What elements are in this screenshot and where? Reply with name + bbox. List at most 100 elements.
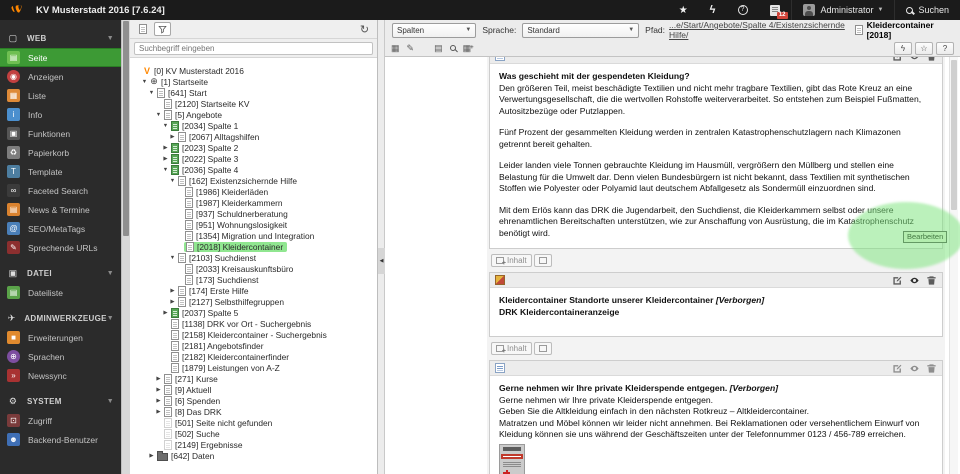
- expand-icon[interactable]: ▶: [154, 387, 163, 393]
- module-group-datei[interactable]: ▣ DATEI ▼: [0, 264, 121, 283]
- tree-node-1-startseite[interactable]: ▼ ⊕ [1] Startseite: [130, 76, 377, 87]
- tree-node-1354-migration-und-integration[interactable]: [1354] Migration und Integration: [130, 230, 377, 241]
- module-newssync[interactable]: » Newssync: [0, 366, 121, 385]
- tree-node-2022-spalte-3[interactable]: ▶ [2022] Spalte 3: [130, 153, 377, 164]
- tree-node-9-aktuell[interactable]: ▶ [9] Aktuell: [130, 384, 377, 395]
- tree-node-271-kurse[interactable]: ▶ [271] Kurse: [130, 373, 377, 384]
- search-button[interactable]: Suchen: [894, 0, 960, 20]
- tree-node-2149-ergebnisse[interactable]: [2149] Ergebnisse: [130, 439, 377, 450]
- tree-node-2127-selbsthilfegruppen[interactable]: ▶ [2127] Selbsthilfegruppen: [130, 296, 377, 307]
- tree-node-2120-startseite-kv[interactable]: [2120] Startseite KV: [130, 98, 377, 109]
- bookmark-button[interactable]: ★: [668, 0, 699, 20]
- user-menu-button[interactable]: Administrator ▼: [790, 0, 895, 20]
- collapse-icon[interactable]: ▼: [168, 178, 177, 184]
- delete-icon[interactable]: [926, 275, 937, 286]
- module-dateiliste[interactable]: ▤ Dateiliste: [0, 283, 121, 302]
- tree-node-5-angebote[interactable]: ▼ [5] Angebote: [130, 109, 377, 120]
- expand-icon[interactable]: ▶: [154, 409, 163, 415]
- collapse-icon[interactable]: ▼: [154, 112, 163, 118]
- module-backend-benutzer[interactable]: ☻ Backend-Benutzer: [0, 430, 121, 449]
- tree-node-0-kv-musterstadt-2016[interactable]: V [0] KV Musterstadt 2016: [130, 65, 377, 76]
- add-content-button[interactable]: Inhalt: [491, 254, 532, 267]
- expand-icon[interactable]: ▶: [154, 376, 163, 382]
- shortcut-button[interactable]: ☆: [915, 41, 933, 55]
- columns-select[interactable]: Spalten ▼: [392, 22, 477, 38]
- visibility-toggle-icon[interactable]: [909, 363, 920, 374]
- module-group-web[interactable]: ▢ WEB ▼: [0, 29, 121, 48]
- tree-node-162-existenzsichernde-hilfe[interactable]: ▼ [162] Existenzsichernde Hilfe: [130, 175, 377, 186]
- expand-icon[interactable]: ▶: [161, 310, 170, 316]
- tree-node-1138-drk-vor-ort-suchergebnis[interactable]: [1138] DRK vor Ort - Suchergebnis: [130, 318, 377, 329]
- expand-icon[interactable]: ▶: [154, 398, 163, 404]
- module-seo-metatags[interactable]: @ SEO/MetaTags: [0, 219, 121, 238]
- tree-node-2023-spalte-2[interactable]: ▶ [2023] Spalte 2: [130, 142, 377, 153]
- collapse-icon[interactable]: ▼: [168, 255, 177, 261]
- delete-icon[interactable]: [926, 363, 937, 374]
- module-seite[interactable]: ▤ Seite: [0, 48, 121, 67]
- tree-node-8-das-drk[interactable]: ▶ [8] Das DRK: [130, 406, 377, 417]
- expand-icon[interactable]: ▶: [161, 156, 170, 162]
- tree-node-173-suchdienst[interactable]: [173] Suchdienst: [130, 274, 377, 285]
- collapse-icon[interactable]: ▼: [161, 123, 170, 129]
- expand-icon[interactable]: ▶: [168, 299, 177, 305]
- tree-node-2067-alltagshilfen[interactable]: ▶ [2067] Alltagshilfen: [130, 131, 377, 142]
- visibility-toggle-icon[interactable]: [909, 57, 920, 62]
- module-news-termine[interactable]: ▤ News & Termine: [0, 200, 121, 219]
- content-element-plugin[interactable]: Kleidercontainer Standorte unserer Kleid…: [489, 272, 943, 337]
- language-select[interactable]: Standard ▼: [522, 22, 640, 38]
- tree-node-6-spenden[interactable]: ▶ [6] Spenden: [130, 395, 377, 406]
- tree-node-502-suche[interactable]: [502] Suche: [130, 428, 377, 439]
- tree-node-2181-angebotsfinder[interactable]: [2181] Angebotsfinder: [130, 340, 377, 351]
- tree-node-1879-leistungen-von-a-z[interactable]: [1879] Leistungen von A-Z: [130, 362, 377, 373]
- expand-icon[interactable]: ▶: [161, 145, 170, 151]
- content-element-text[interactable]: Was geschieht mit der gespendeten Kleidu…: [489, 57, 943, 249]
- expand-icon[interactable]: ▶: [147, 453, 156, 459]
- edit-icon[interactable]: [892, 275, 903, 286]
- tree-node-2018-kleidercontainer[interactable]: [2018] Kleidercontainer: [130, 241, 377, 252]
- content-scrollbar[interactable]: [949, 57, 958, 474]
- tree-node-2158-kleidercontainer-suchergebnis[interactable]: [2158] Kleidercontainer - Suchergebnis: [130, 329, 377, 340]
- tree-node-951-wohnungslosigkeit[interactable]: [951] Wohnungslosigkeit: [130, 219, 377, 230]
- new-page-button[interactable]: [134, 22, 151, 36]
- collapse-icon[interactable]: ▼: [147, 90, 156, 96]
- tree-node-641-start[interactable]: ▼ [641] Start: [130, 87, 377, 98]
- module-faceted-search[interactable]: ∞ Faceted Search: [0, 181, 121, 200]
- tree-node-501-seite-nicht-gefunden[interactable]: [501] Seite nicht gefunden: [130, 417, 377, 428]
- page-info-button[interactable]: ▤: [434, 43, 443, 54]
- tree-content-splitter[interactable]: ◀: [378, 20, 385, 474]
- module-anzeigen[interactable]: ◉ Anzeigen: [0, 67, 121, 86]
- module-group-system[interactable]: ⚙ SYSTEM ▼: [0, 392, 121, 411]
- search-record-button[interactable]: [449, 45, 456, 51]
- opendocs-button[interactable]: 12: [759, 0, 791, 20]
- tree-node-937-schuldnerberatung[interactable]: [937] Schuldnerberatung: [130, 208, 377, 219]
- tree-node-1986-kleiderl-den[interactable]: [1986] Kleiderläden: [130, 186, 377, 197]
- paste-content-button[interactable]: [533, 342, 552, 355]
- edit-page-properties-button[interactable]: ✎: [407, 43, 415, 54]
- splitter-collapse-handle[interactable]: ◀: [378, 248, 385, 274]
- expand-icon[interactable]: ▶: [168, 134, 177, 140]
- tree-node-642-daten[interactable]: ▶ [642] Daten: [130, 450, 377, 461]
- module-template[interactable]: T Template: [0, 162, 121, 181]
- tree-node-2036-spalte-4[interactable]: ▼ [2036] Spalte 4: [130, 164, 377, 175]
- tree-node-1987-kleiderkammern[interactable]: [1987] Kleiderkammern: [130, 197, 377, 208]
- tree-filter-input[interactable]: [134, 41, 373, 55]
- content-element-textpic[interactable]: Gerne nehmen wir Ihre private Kleiderspe…: [489, 360, 943, 474]
- edit-icon[interactable]: [892, 363, 903, 374]
- clear-cache-button[interactable]: ϟ: [699, 0, 727, 20]
- filter-button[interactable]: [154, 22, 171, 36]
- expand-icon[interactable]: ▶: [168, 288, 177, 294]
- module-funktionen[interactable]: ▣ Funktionen: [0, 124, 121, 143]
- tree-node-2034-spalte-1[interactable]: ▼ [2034] Spalte 1: [130, 120, 377, 131]
- collapse-icon[interactable]: ▼: [161, 167, 170, 173]
- path-link[interactable]: ...e/Start/Angebote/Spalte 4/Existenzsic…: [669, 20, 851, 40]
- module-group-adminwerkzeuge[interactable]: ✈ ADMINWERKZEUGE ▼: [0, 309, 121, 328]
- collapse-icon[interactable]: ▼: [140, 79, 149, 85]
- tree-node-174-erste-hilfe[interactable]: ▶ [174] Erste Hilfe: [130, 285, 377, 296]
- help-menu-button[interactable]: ?: [727, 0, 759, 20]
- module-erweiterungen[interactable]: ■ Erweiterungen: [0, 328, 121, 347]
- module-zugriff[interactable]: ⊡ Zugriff: [0, 411, 121, 430]
- module-papierkorb[interactable]: ♻ Papierkorb: [0, 143, 121, 162]
- add-content-button[interactable]: Inhalt: [491, 342, 532, 355]
- edit-icon[interactable]: [892, 57, 903, 62]
- module-liste[interactable]: ▦ Liste: [0, 86, 121, 105]
